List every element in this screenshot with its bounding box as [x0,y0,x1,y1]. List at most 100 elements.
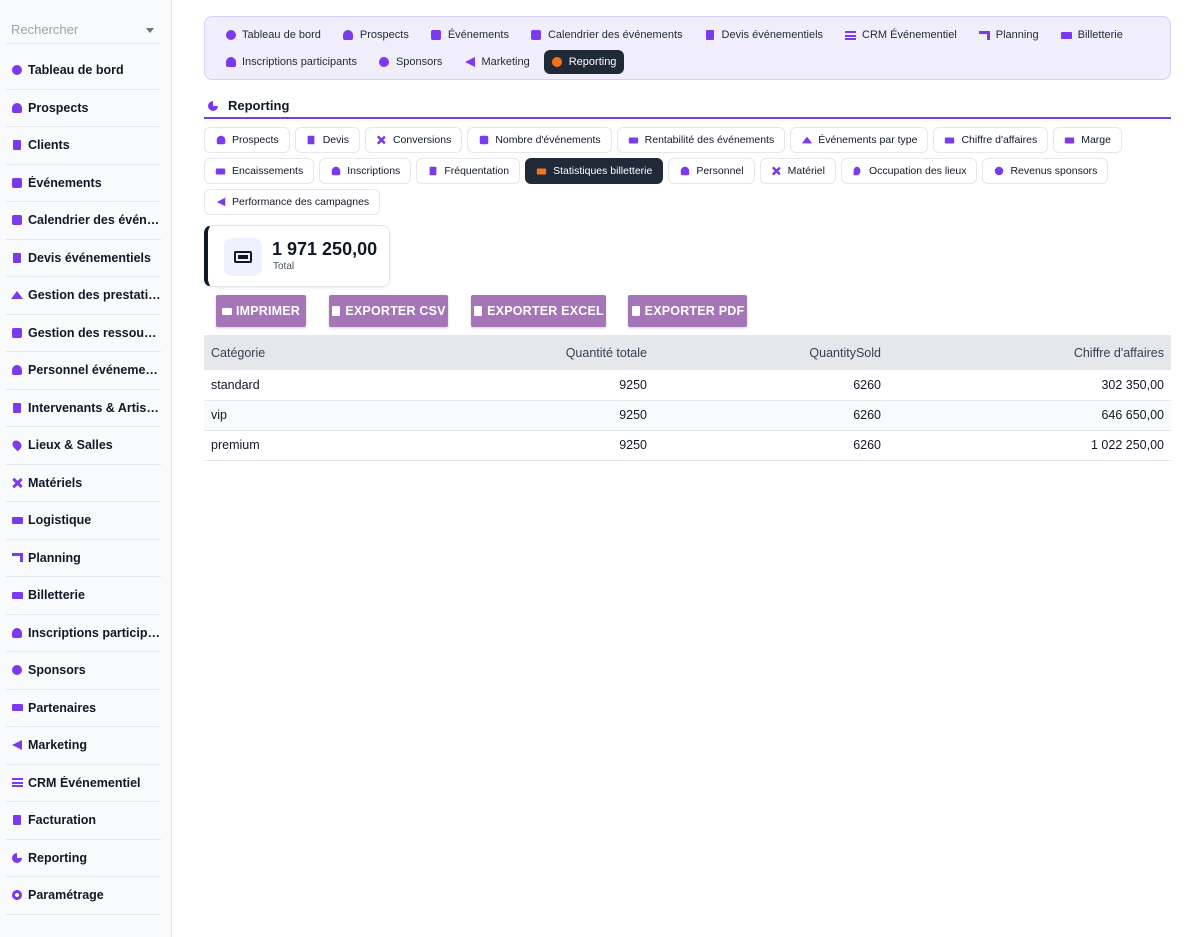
sidebar-item-label: Devis événementiels [28,250,151,265]
sidebar-item-parametrage[interactable]: Paramétrage [6,877,161,915]
kpi-label: Total [273,261,295,272]
sidebar-item-gestion-des-prestati[interactable]: Gestion des prestati… [6,277,161,315]
sidebar-item-billetterie[interactable]: Billetterie [6,577,161,615]
nav-item-crm-evenementiel[interactable]: CRM Événementiel [837,23,965,47]
tab-occupation-des-lieux[interactable]: Occupation des lieux [840,158,978,184]
nav-item-billetterie[interactable]: Billetterie [1053,23,1131,47]
tab-personnel[interactable]: Personnel [668,158,755,184]
sidebar-item-reporting[interactable]: Reporting [6,840,161,877]
export-excel-button[interactable]: EXPORTER EXCEL [471,295,606,327]
export-csv-button[interactable]: EXPORTER CSV [329,295,448,327]
money-bill-icon [215,166,226,177]
megaphone-icon [11,739,23,751]
tab-label: Marge [1081,134,1111,146]
sidebar-item-lieux-salles[interactable]: Lieux & Salles [6,427,161,465]
nav-item-label: Marketing [481,56,530,68]
export-csv-label: EXPORTER CSV [345,304,446,318]
tab-label: Inscriptions [347,165,401,177]
nav-item-inscriptions-participants[interactable]: Inscriptions participants [217,50,365,74]
tab-label: Personnel [696,165,744,177]
tab-statistiques-billetterie[interactable]: Statistiques billetterie [525,158,664,184]
tab-rentabilite-des-evenements[interactable]: Rentabilité des événements [616,127,786,153]
chart-line-icon [628,135,639,146]
sidebar-item-inscriptions-particip[interactable]: Inscriptions particip… [6,615,161,652]
tab-nombre-d-evenements[interactable]: Nombre d'événements [467,127,612,153]
tab-label: Rentabilité des événements [644,134,775,146]
sidebar-item-materiels[interactable]: Matériels [6,465,161,502]
table-row: premium 9250 6260 1 022 250,00 [204,430,1171,461]
sidebar-item-label: Sponsors [28,663,86,678]
award-icon [379,57,390,68]
tab-label: Performance des campagnes [232,196,370,208]
tab-prospects[interactable]: Prospects [204,127,290,153]
sidebar-item-logistique[interactable]: Logistique [6,502,161,540]
user-icon [679,166,690,177]
sidebar-item-evenements[interactable]: Événements [6,165,161,202]
cell-revenue: 1 022 250,00 [888,430,1171,461]
search-placeholder: Rechercher [11,22,79,37]
tab-conversions[interactable]: Conversions [364,127,463,153]
print-button-label: IMPRIMER [235,304,301,318]
chevron-down-icon[interactable] [146,28,154,33]
nav-item-label: CRM Événementiel [862,29,957,41]
tab-chiffre-d-affaires[interactable]: Chiffre d'affaires [933,127,1049,153]
calendar-icon [531,30,542,41]
search-select[interactable]: Rechercher [6,16,160,44]
sidebar-item-personnel-evenemen[interactable]: Personnel événemen… [6,352,161,390]
nav-item-reporting[interactable]: Reporting [543,50,625,74]
tab-encaissements[interactable]: Encaissements [204,158,315,184]
column-header-total-quantity[interactable]: Quantité totale [444,335,654,370]
tab-revenus-sponsors[interactable]: Revenus sponsors [982,158,1109,184]
tab-materiel[interactable]: Matériel [759,158,836,184]
nav-item-calendrier-des-evenements[interactable]: Calendrier des événements [523,23,691,47]
sidebar-item-gestion-des-ressour[interactable]: Gestion des ressour… [6,315,161,352]
sidebar-item-partenaires[interactable]: Partenaires [6,690,161,727]
tab-label: Événements par type [818,134,918,146]
nav-item-sponsors[interactable]: Sponsors [371,50,450,74]
nav-item-label: Billetterie [1077,29,1123,41]
tab-frequentation[interactable]: Fréquentation [416,158,521,184]
section-heading: Reporting [204,94,1171,119]
nav-item-marketing[interactable]: Marketing [456,50,537,74]
sidebar-item-prospects[interactable]: Prospects [6,90,161,127]
tab-devis[interactable]: Devis [294,127,360,153]
nav-item-label: Reporting [568,56,617,68]
tab-marge[interactable]: Marge [1053,127,1122,153]
sidebar-item-devis-evenementiels[interactable]: Devis événementiels [6,240,161,277]
column-header-quantity-sold[interactable]: QuantitySold [654,335,888,370]
file-excel-icon [473,306,483,317]
column-header-revenue[interactable]: Chiffre d'affaires [888,335,1171,370]
top-nav-row-1: Tableau de bord Prospects Événements Calend… [217,23,1131,47]
tab-performance-des-campagnes[interactable]: Performance des campagnes [204,189,381,215]
nav-item-devis-evenementiels[interactable]: Devis événementiels [697,23,832,47]
tab-evenements-par-type[interactable]: Événements par type [790,127,929,153]
export-pdf-button[interactable]: EXPORTER PDF [628,295,747,327]
sidebar-item-label: Calendrier des évén… [28,213,160,228]
sidebar-item-crm-evenementiel[interactable]: CRM Événementiel [6,765,161,802]
column-header-category[interactable]: Catégorie [204,335,444,370]
sidebar-item-marketing[interactable]: Marketing [6,727,161,765]
sidebar-item-clients[interactable]: Clients [6,127,161,165]
sidebar-menu: Tableau de bord Prospects Clients Événement… [6,52,161,915]
kpi-value: 1 971 250,00 [272,239,378,259]
sidebar-item-tableau-de-bord[interactable]: Tableau de bord [6,52,161,90]
sidebar-item-sponsors[interactable]: Sponsors [6,652,161,690]
sidebar-item-facturation[interactable]: Facturation [6,802,161,840]
sidebar-item-planning[interactable]: Planning [6,540,161,577]
sidebar-item-label: Logistique [28,513,92,528]
tab-inscriptions[interactable]: Inscriptions [319,158,412,184]
cell-total-quantity: 9250 [444,370,654,401]
megaphone-icon [215,197,226,208]
sidebar-item-calendrier-des-even[interactable]: Calendrier des évén… [6,202,161,240]
nav-item-planning[interactable]: Planning [971,23,1047,47]
nav-item-tableau-de-bord[interactable]: Tableau de bord [217,23,329,47]
print-button[interactable]: IMPRIMER [216,295,306,327]
kpi-card: 1 971 250,00 Total [204,225,390,287]
nav-item-prospects[interactable]: Prospects [335,23,417,47]
ticket-icon [536,166,547,177]
sidebar-item-label: Événements [28,175,102,190]
sidebar-item-intervenants-artistes[interactable]: Intervenants & Artistes [6,390,161,427]
nav-item-evenements[interactable]: Événements [423,23,517,47]
ticket-icon [224,238,262,276]
file-invoice-icon [705,30,716,41]
